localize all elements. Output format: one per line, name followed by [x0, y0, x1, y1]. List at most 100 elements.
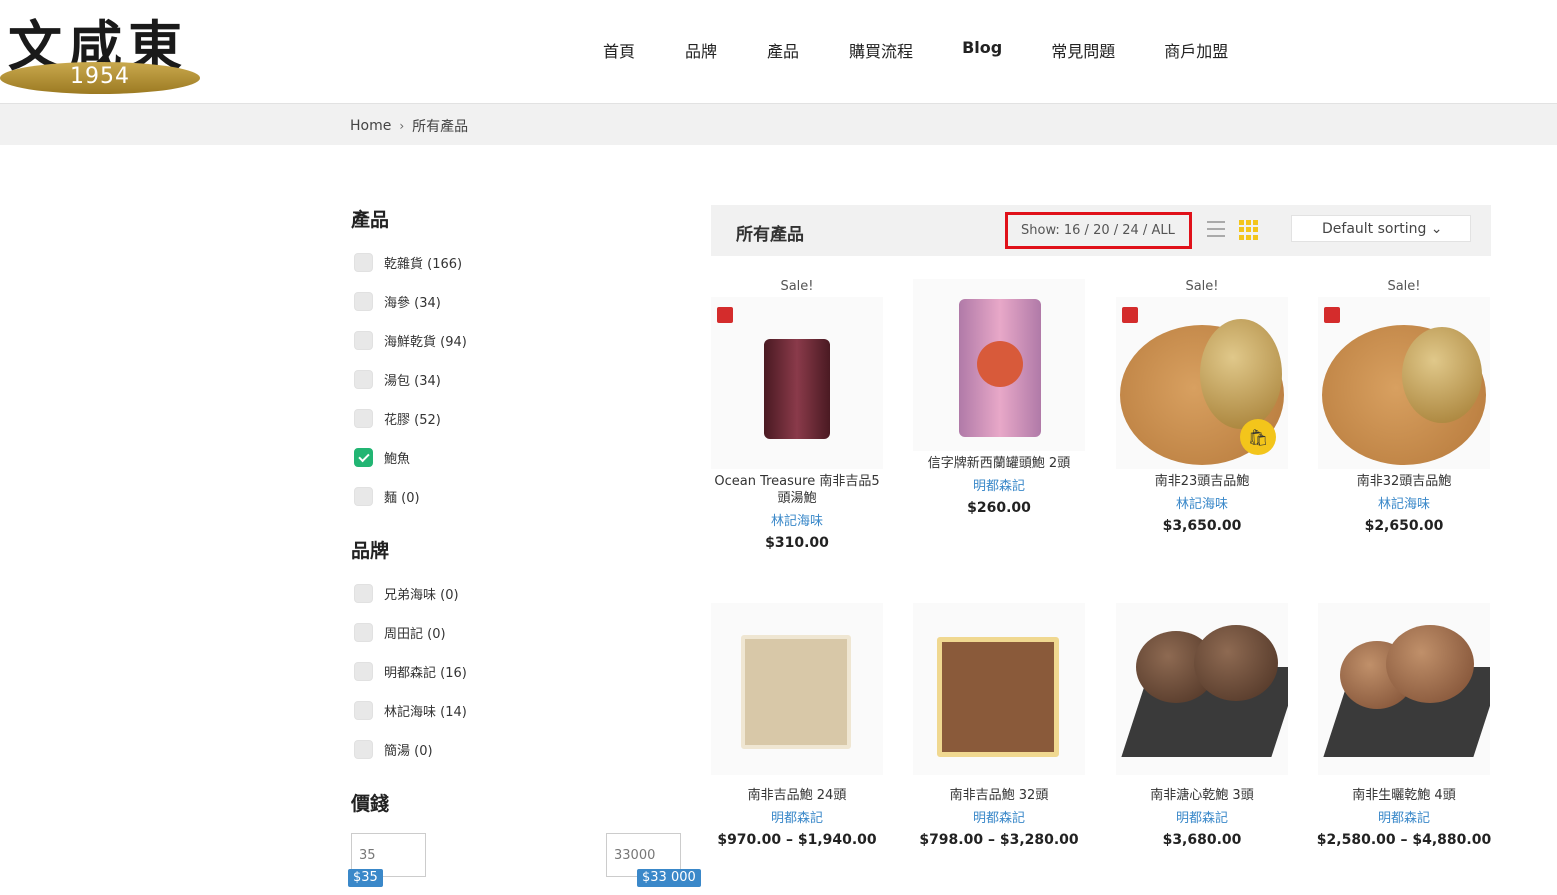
- brand-checkbox[interactable]: [354, 623, 373, 642]
- product-name[interactable]: 南非吉品鮑 32頭: [911, 787, 1087, 804]
- product-image[interactable]: [711, 297, 883, 469]
- product-brand[interactable]: 明都森記: [1316, 807, 1492, 826]
- can-graphic: [764, 339, 830, 439]
- category-label[interactable]: 海參 (34): [384, 292, 441, 311]
- product-name[interactable]: 南非吉品鮑 24頭: [709, 787, 885, 804]
- product-brand[interactable]: 明都森記: [911, 475, 1087, 494]
- product-card[interactable]: Sale! 🛍 南非23頭吉品鮑 林記海味 $3,650.00: [1114, 279, 1290, 534]
- category-checkbox[interactable]: [354, 487, 373, 506]
- add-to-cart-icon[interactable]: 🛍: [1240, 419, 1276, 455]
- nav-purchase-flow[interactable]: 購買流程: [849, 38, 913, 62]
- brand-filter-item[interactable]: 周田記 (0): [354, 623, 446, 642]
- category-label[interactable]: 麵 (0): [384, 487, 420, 506]
- category-checkbox[interactable]: [354, 370, 373, 389]
- product-card[interactable]: Sale! 南非32頭吉品鮑 林記海味 $2,650.00: [1316, 279, 1492, 534]
- product-brand[interactable]: 林記海味: [709, 510, 885, 529]
- category-label[interactable]: 鮑魚: [384, 448, 410, 467]
- category-filter-item[interactable]: 湯包 (34): [354, 370, 441, 389]
- product-brand[interactable]: 明都森記: [1114, 807, 1290, 826]
- product-name[interactable]: 南非32頭吉品鮑: [1316, 473, 1492, 490]
- product-brand[interactable]: 明都森記: [911, 807, 1087, 826]
- sale-label: Sale!: [1185, 279, 1219, 294]
- product-image[interactable]: [1116, 603, 1288, 775]
- brand-checkbox[interactable]: [354, 584, 373, 603]
- product-name[interactable]: 南非溏心乾鮑 3頭: [1114, 787, 1290, 804]
- nav-merchant[interactable]: 商戶加盟: [1164, 38, 1228, 62]
- category-filter-item[interactable]: 海參 (34): [354, 292, 441, 311]
- category-filter-item[interactable]: 麵 (0): [354, 487, 420, 506]
- brand-filter-item[interactable]: 簡湯 (0): [354, 740, 433, 759]
- product-image[interactable]: [913, 279, 1085, 451]
- product-image[interactable]: 🛍: [1116, 297, 1288, 469]
- product-brand[interactable]: 林記海味: [1114, 493, 1290, 512]
- product-image[interactable]: [1318, 297, 1490, 469]
- product-name[interactable]: 南非生曬乾鮑 4頭: [1316, 787, 1492, 804]
- category-label[interactable]: 湯包 (34): [384, 370, 441, 389]
- nav-home[interactable]: 首頁: [603, 38, 635, 62]
- product-card[interactable]: 信字牌新西蘭罐頭鮑 2頭 明都森記 $260.00: [911, 279, 1087, 516]
- product-card[interactable]: 南非吉品鮑 32頭 明都森記 $798.00 – $3,280.00: [911, 603, 1087, 848]
- per-page-selector[interactable]: Show: 16 / 20 / 24 / ALL: [1005, 212, 1192, 249]
- logo-year: 1954: [70, 64, 130, 89]
- category-checkbox[interactable]: [354, 409, 373, 428]
- category-checkbox[interactable]: [354, 448, 373, 467]
- category-label[interactable]: 乾雜貨 (166): [384, 253, 462, 272]
- product-image[interactable]: [913, 603, 1085, 775]
- nav-products[interactable]: 產品: [767, 38, 799, 62]
- brand-label[interactable]: 兄弟海味 (0): [384, 584, 459, 603]
- sort-select[interactable]: Default sorting ⌄: [1291, 215, 1471, 242]
- breadcrumb-separator: ›: [399, 119, 405, 133]
- product-price: $970.00 – $1,940.00: [717, 832, 877, 848]
- main-nav: 首頁 品牌 產品 購買流程 Blog 常見問題 商戶加盟: [603, 38, 1228, 62]
- category-label[interactable]: 花膠 (52): [384, 409, 441, 428]
- product-brand[interactable]: 林記海味: [1316, 493, 1492, 512]
- brand-checkbox[interactable]: [354, 662, 373, 681]
- brand-checkbox[interactable]: [354, 701, 373, 720]
- nav-blog[interactable]: Blog: [962, 38, 1002, 62]
- abalone-graphic: [1402, 327, 1482, 423]
- product-brand[interactable]: 明都森記: [709, 807, 885, 826]
- category-filter-item[interactable]: 花膠 (52): [354, 409, 441, 428]
- breadcrumb-home[interactable]: Home: [350, 118, 391, 134]
- product-card[interactable]: 南非溏心乾鮑 3頭 明都森記 $3,680.00: [1114, 603, 1290, 848]
- category-filter-item[interactable]: 乾雜貨 (166): [354, 253, 462, 272]
- product-image[interactable]: [1318, 603, 1490, 775]
- product-price: $260.00: [967, 500, 1031, 516]
- brand-filter-item[interactable]: 兄弟海味 (0): [354, 584, 459, 603]
- nav-brands[interactable]: 品牌: [685, 38, 717, 62]
- product-card[interactable]: Sale! Ocean Treasure 南非吉品5頭湯鮑 林記海味 $310.…: [709, 279, 885, 551]
- category-checkbox[interactable]: [354, 292, 373, 311]
- product-card[interactable]: 南非吉品鮑 24頭 明都森記 $970.00 – $1,940.00: [709, 603, 885, 848]
- category-checkbox[interactable]: [354, 331, 373, 350]
- product-name[interactable]: Ocean Treasure 南非吉品5頭湯鮑: [709, 473, 885, 507]
- product-name[interactable]: 南非23頭吉品鮑: [1114, 473, 1290, 490]
- gift-box-graphic: [741, 635, 851, 749]
- nav-faq[interactable]: 常見問題: [1051, 38, 1115, 62]
- can-label-graphic: [977, 341, 1023, 387]
- product-price: $310.00: [765, 535, 829, 551]
- brand-label[interactable]: 明都森記 (16): [384, 662, 467, 681]
- brand-filter-item[interactable]: 林記海味 (14): [354, 701, 467, 720]
- product-image[interactable]: [711, 603, 883, 775]
- product-price: $3,680.00: [1162, 832, 1242, 848]
- brand-label[interactable]: 簡湯 (0): [384, 740, 433, 759]
- brand-label[interactable]: 林記海味 (14): [384, 701, 467, 720]
- grid-view-icon[interactable]: [1239, 220, 1259, 240]
- brand-label[interactable]: 周田記 (0): [384, 623, 446, 642]
- category-filter-item[interactable]: 鮑魚: [354, 448, 410, 467]
- brand-checkbox[interactable]: [354, 740, 373, 759]
- category-label[interactable]: 海鮮乾貨 (94): [384, 331, 467, 350]
- breadcrumb-bar: Home › 所有產品: [0, 104, 1557, 145]
- abalone-graphic: [1194, 625, 1278, 701]
- sale-label: Sale!: [1387, 279, 1421, 294]
- product-card[interactable]: 南非生曬乾鮑 4頭 明都森記 $2,580.00 – $4,880.00: [1316, 603, 1492, 848]
- category-checkbox[interactable]: [354, 253, 373, 272]
- product-price: $2,580.00 – $4,880.00: [1316, 832, 1492, 848]
- site-logo[interactable]: 文咸東 1954: [0, 2, 205, 98]
- category-filter-item[interactable]: 海鮮乾貨 (94): [354, 331, 467, 350]
- product-price: $3,650.00: [1162, 518, 1242, 534]
- brand-filter-item[interactable]: 明都森記 (16): [354, 662, 467, 681]
- list-view-icon[interactable]: [1207, 221, 1225, 237]
- product-name[interactable]: 信字牌新西蘭罐頭鮑 2頭: [911, 455, 1087, 472]
- gift-box-graphic: [937, 637, 1059, 757]
